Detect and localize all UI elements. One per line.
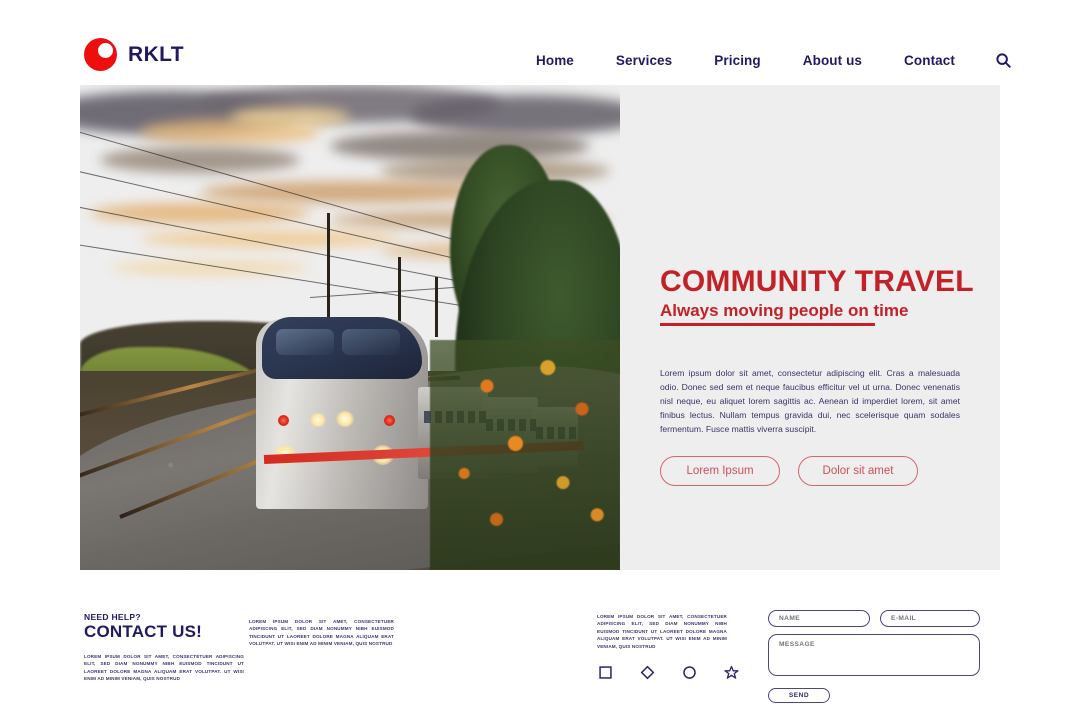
hero-text-column: COMMUNITY TRAVEL Always moving people on… [660, 85, 1000, 570]
hero-divider [660, 323, 875, 326]
contact-us-heading: CONTACT US! [84, 622, 203, 641]
site-footer: NEED HELP? CONTACT US! LOREM IPSUM DOLOR… [0, 600, 1080, 704]
diamond-icon[interactable] [640, 665, 655, 680]
hero-subtitle: Always moving people on time [660, 301, 909, 320]
nav-item-home[interactable]: Home [536, 53, 574, 68]
dolor-sit-amet-button[interactable]: Dolor sit amet [798, 456, 918, 486]
marker-light-right [384, 415, 395, 426]
name-input[interactable] [768, 610, 870, 627]
circle-cutout-logo-icon [84, 38, 117, 71]
footer-text-column-3: LOREM IPSUM DOLOR SIT AMET, CONSECTETUER… [597, 614, 727, 649]
nav-item-pricing[interactable]: Pricing [714, 53, 760, 68]
star-icon[interactable] [724, 665, 739, 680]
need-help-label: NEED HELP? [84, 612, 141, 622]
wildflowers [430, 340, 620, 570]
square-icon[interactable] [598, 665, 613, 680]
windshield-right [342, 329, 400, 355]
site-header: RKLT Home Services Pricing About us Cont… [0, 0, 1080, 85]
footer-text-column-1: LOREM IPSUM DOLOR SIT AMET, CONSECTETUER… [84, 654, 244, 682]
brand-name: RKLT [128, 42, 185, 66]
email-input[interactable] [880, 610, 980, 627]
hero-button-group: Lorem Ipsum Dolor sit amet [660, 456, 918, 486]
windshield-left [276, 329, 334, 355]
main-navigation: Home Services Pricing About us Contact [536, 52, 1012, 69]
hero-train-photo [80, 85, 620, 570]
brand-logo[interactable]: RKLT [84, 38, 184, 71]
send-button[interactable]: SEND [768, 688, 830, 703]
nav-item-contact[interactable]: Contact [904, 53, 955, 68]
footer-text-column-2: LOREM IPSUM DOLOR SIT AMET, CONSECTETUER… [249, 619, 394, 647]
hero-body-text: Lorem ipsum dolor sit amet, consectetur … [660, 368, 960, 434]
lorem-ipsum-button[interactable]: Lorem Ipsum [660, 456, 780, 486]
message-input[interactable] [768, 634, 980, 676]
headlight-center-right [336, 411, 354, 427]
circle-icon[interactable] [682, 665, 697, 680]
marker-light-left [278, 415, 289, 426]
nav-item-about-us[interactable]: About us [803, 53, 862, 68]
social-icon-row [598, 665, 739, 680]
hero-title: COMMUNITY TRAVEL [660, 265, 974, 298]
form-row-name-email [768, 610, 980, 627]
nav-item-services[interactable]: Services [616, 53, 672, 68]
landing-page: RKLT Home Services Pricing About us Cont… [0, 0, 1080, 704]
contact-form: SEND [768, 610, 980, 703]
hero-section: COMMUNITY TRAVEL Always moving people on… [80, 85, 1000, 570]
search-icon[interactable] [995, 52, 1012, 69]
headlight-center-left [310, 413, 326, 427]
